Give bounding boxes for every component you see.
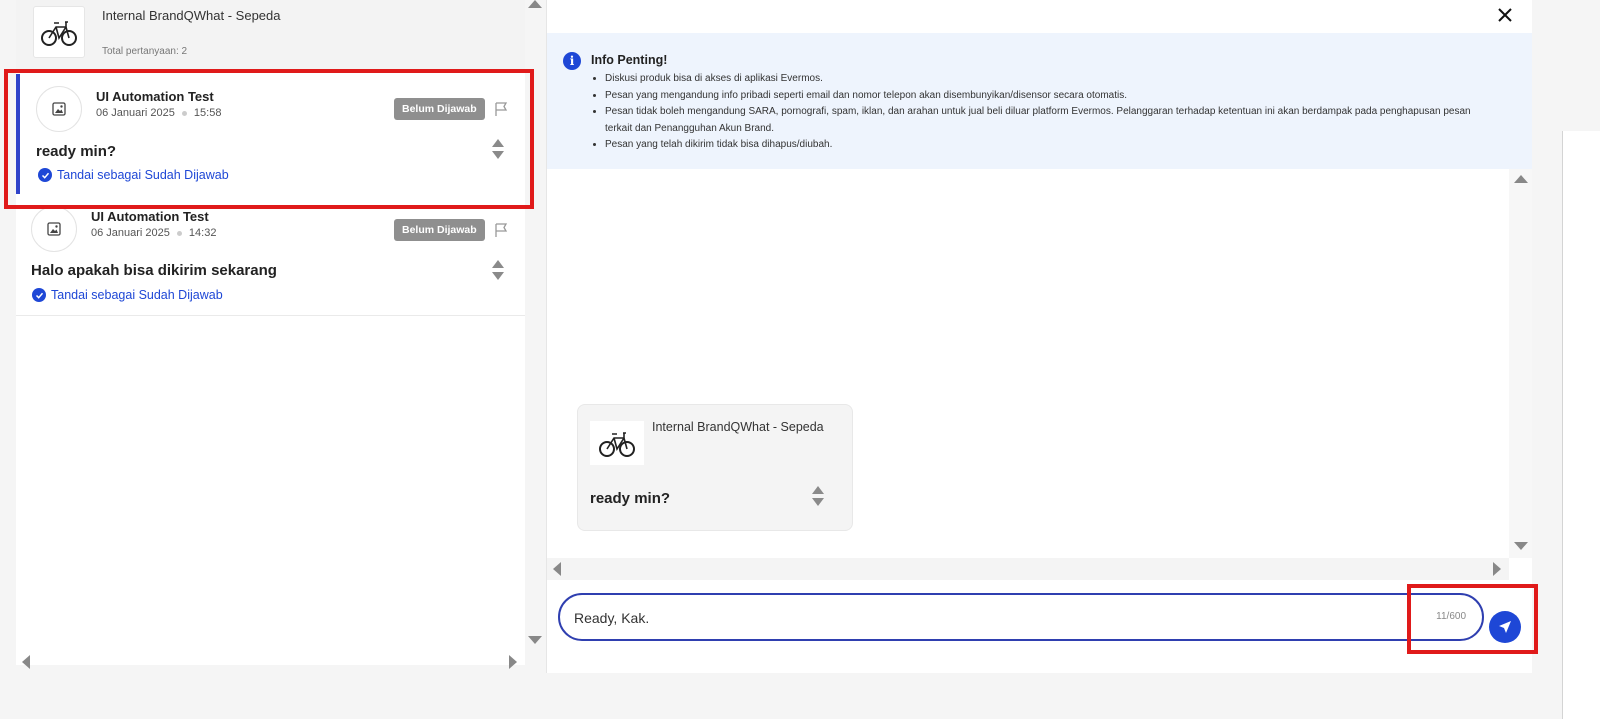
send-button[interactable] [1489, 611, 1521, 643]
separator-dot [181, 110, 187, 116]
product-thumbnail [33, 6, 85, 58]
scroll-up-arrow[interactable] [1514, 175, 1528, 183]
flag-icon[interactable] [493, 101, 509, 117]
scroll-down-arrow[interactable] [1514, 542, 1528, 550]
mark-answered-label: Tandai sebagai Sudah Dijawab [51, 288, 223, 302]
sort-icon[interactable] [491, 138, 505, 160]
bubble-product-name: Internal BrandQWhat - Sepeda [652, 420, 824, 434]
scroll-down-arrow[interactable] [528, 636, 542, 644]
bubble-product-thumbnail [590, 421, 644, 465]
image-icon [52, 102, 66, 116]
close-icon[interactable] [1496, 6, 1514, 24]
info-item: Pesan yang telah dikirim tidak bisa diha… [605, 137, 1485, 154]
question-timestamp: 06 Januari 2025 14:32 [91, 227, 216, 239]
avatar [31, 206, 77, 252]
scroll-up-arrow[interactable] [528, 0, 542, 8]
chat-horizontal-scrollbar[interactable] [547, 558, 1509, 580]
flag-icon[interactable] [493, 222, 509, 238]
image-icon [47, 222, 61, 236]
question-time: 14:32 [188, 227, 217, 239]
mark-answered-link[interactable]: Tandai sebagai Sudah Dijawab [38, 168, 229, 182]
info-item: Diskusi produk bisa di akses di aplikasi… [605, 71, 1485, 88]
info-notice: i Info Penting! Diskusi produk bisa di a… [547, 33, 1532, 169]
product-name: Internal BrandQWhat - Sepeda [102, 8, 281, 23]
page-scrollbar[interactable] [1562, 131, 1600, 719]
total-questions: Total pertanyaan: 2 [102, 46, 188, 57]
info-icon: i [563, 52, 581, 70]
status-badge: Belum Dijawab [394, 219, 485, 241]
sort-icon[interactable] [491, 259, 505, 281]
info-item: Pesan tidak boleh mengandung SARA, porno… [605, 104, 1485, 137]
bicycle-icon [41, 21, 77, 46]
mark-answered-label: Tandai sebagai Sudah Dijawab [57, 168, 229, 182]
scroll-left-arrow[interactable] [22, 655, 30, 669]
product-header: Internal BrandQWhat - Sepeda Total perta… [16, 0, 525, 70]
chat-vertical-scrollbar[interactable] [1509, 169, 1532, 558]
reply-input-wrapper: 11/600 [558, 593, 1484, 641]
check-circle-icon [38, 168, 52, 182]
sort-icon[interactable] [811, 485, 825, 507]
info-list: Diskusi produk bisa di akses di aplikasi… [605, 71, 1485, 154]
info-item: Pesan yang mengandung info pribadi seper… [605, 88, 1485, 105]
chat-area: Internal BrandQWhat - Sepeda ready min? [547, 169, 1509, 558]
question-text: Halo apakah bisa dikirim sekarang [31, 262, 277, 279]
mark-answered-link[interactable]: Tandai sebagai Sudah Dijawab [32, 288, 223, 302]
status-badge: Belum Dijawab [394, 98, 485, 120]
bicycle-icon [599, 432, 635, 457]
chat-bubble: Internal BrandQWhat - Sepeda ready min? [577, 404, 853, 531]
send-icon [1499, 621, 1511, 633]
discussion-panel: i Info Penting! Diskusi produk bisa di a… [547, 0, 1532, 673]
avatar [36, 86, 82, 132]
info-title: Info Penting! [591, 53, 668, 67]
question-timestamp: 06 Januari 2025 15:58 [96, 107, 221, 119]
question-date: 06 Januari 2025 [91, 227, 170, 239]
question-item[interactable]: UI Automation Test 06 Januari 2025 14:32… [16, 196, 525, 316]
reply-input[interactable] [574, 607, 1394, 629]
question-text: ready min? [36, 143, 117, 160]
question-user-name: UI Automation Test [91, 209, 209, 224]
bubble-message: ready min? [590, 490, 671, 507]
scroll-right-arrow[interactable] [1493, 562, 1501, 576]
scroll-left-arrow[interactable] [553, 562, 561, 576]
scroll-right-arrow[interactable] [509, 655, 517, 669]
question-item[interactable]: UI Automation Test 06 Januari 2025 15:58… [16, 74, 525, 194]
check-circle-icon [32, 288, 46, 302]
question-time: 15:58 [193, 107, 222, 119]
question-date: 06 Januari 2025 [96, 107, 175, 119]
separator-dot [176, 230, 182, 236]
char-counter: 11/600 [1436, 611, 1466, 622]
question-user-name: UI Automation Test [96, 89, 214, 104]
question-list-panel: Internal BrandQWhat - Sepeda Total perta… [16, 0, 525, 669]
